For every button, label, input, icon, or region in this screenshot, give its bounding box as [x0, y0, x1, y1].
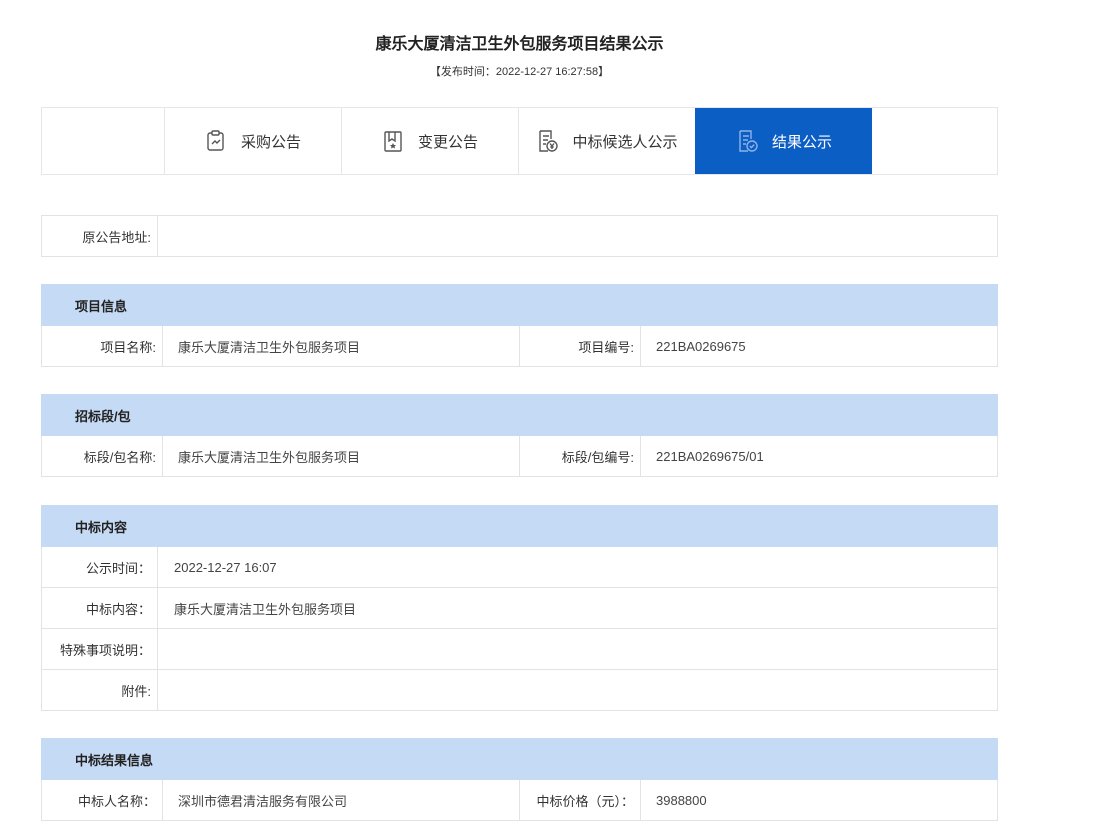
tab-label: 采购公告 [240, 133, 301, 151]
award-content-heading: 中标内容 [41, 505, 998, 547]
tab-result-notice[interactable]: 结果公示 [695, 108, 872, 174]
lot-info-table: 招标段/包 标段/包名称: 康乐大厦清洁卫生外包服务项目 标段/包编号: 221… [41, 394, 998, 477]
winner-name-label: 中标人名称： [41, 779, 163, 821]
lot-code-value: 221BA0269675/01 [640, 435, 998, 477]
notice-tabs: 采购公告 变更公告 中标候选人公示 结果公示 [41, 107, 998, 175]
special-notes-label: 特殊事项说明： [41, 628, 158, 670]
special-notes-value [157, 628, 998, 670]
publish-time: 【发布时间：2022-12-27 16:27:58】 [429, 66, 610, 78]
document-yen-icon [536, 129, 559, 153]
lot-name-label: 标段/包名称: [41, 435, 163, 477]
project-name-label: 项目名称: [41, 325, 163, 367]
award-content-label: 中标内容： [41, 587, 158, 629]
award-result-table: 中标结果信息 中标人名称： 深圳市德君清洁服务有限公司 中标价格（元）： 398… [41, 738, 998, 821]
document-check-icon [736, 129, 758, 153]
tab-label: 结果公示 [771, 133, 832, 151]
attachment-label: 附件: [41, 669, 158, 711]
tab-candidate-notice[interactable]: 中标候选人公示 [518, 108, 695, 174]
page-title: 康乐大厦清洁卫生外包服务项目结果公示 [375, 36, 664, 53]
bookmark-icon [382, 129, 404, 153]
award-time-label: 公示时间： [41, 546, 158, 588]
project-name-value: 康乐大厦清洁卫生外包服务项目 [162, 325, 520, 367]
tab-label: 变更公告 [417, 133, 478, 151]
lot-name-value: 康乐大厦清洁卫生外包服务项目 [162, 435, 520, 477]
tabs-spacer [42, 108, 164, 174]
project-info-heading: 项目信息 [41, 284, 998, 326]
tab-label: 中标候选人公示 [572, 133, 678, 151]
project-code-label: 项目编号: [519, 325, 641, 367]
award-price-value: 3988800 [640, 779, 998, 821]
original-notice-table: 原公告地址: [41, 215, 998, 257]
tab-change-notice[interactable]: 变更公告 [341, 108, 518, 174]
award-result-heading: 中标结果信息 [41, 738, 998, 780]
lot-code-label: 标段/包编号: [519, 435, 641, 477]
project-code-value: 221BA0269675 [640, 325, 998, 367]
tab-procurement-notice[interactable]: 采购公告 [164, 108, 341, 174]
award-price-label: 中标价格（元）： [519, 779, 641, 821]
tabs-fill [872, 108, 997, 174]
award-content-table: 中标内容 公示时间： 2022-12-27 16:07 中标内容： 康乐大厦清洁… [41, 505, 998, 711]
project-info-table: 项目信息 项目名称: 康乐大厦清洁卫生外包服务项目 项目编号: 221BA026… [41, 284, 998, 367]
clipboard-icon [205, 129, 227, 153]
original-notice-label: 原公告地址: [41, 215, 158, 257]
original-notice-value[interactable] [157, 215, 998, 257]
winner-name-value: 深圳市德君清洁服务有限公司 [162, 779, 520, 821]
lot-info-heading: 招标段/包 [41, 394, 998, 436]
award-time-value: 2022-12-27 16:07 [157, 546, 998, 588]
award-content-value: 康乐大厦清洁卫生外包服务项目 [157, 587, 998, 629]
attachment-value[interactable] [157, 669, 998, 711]
